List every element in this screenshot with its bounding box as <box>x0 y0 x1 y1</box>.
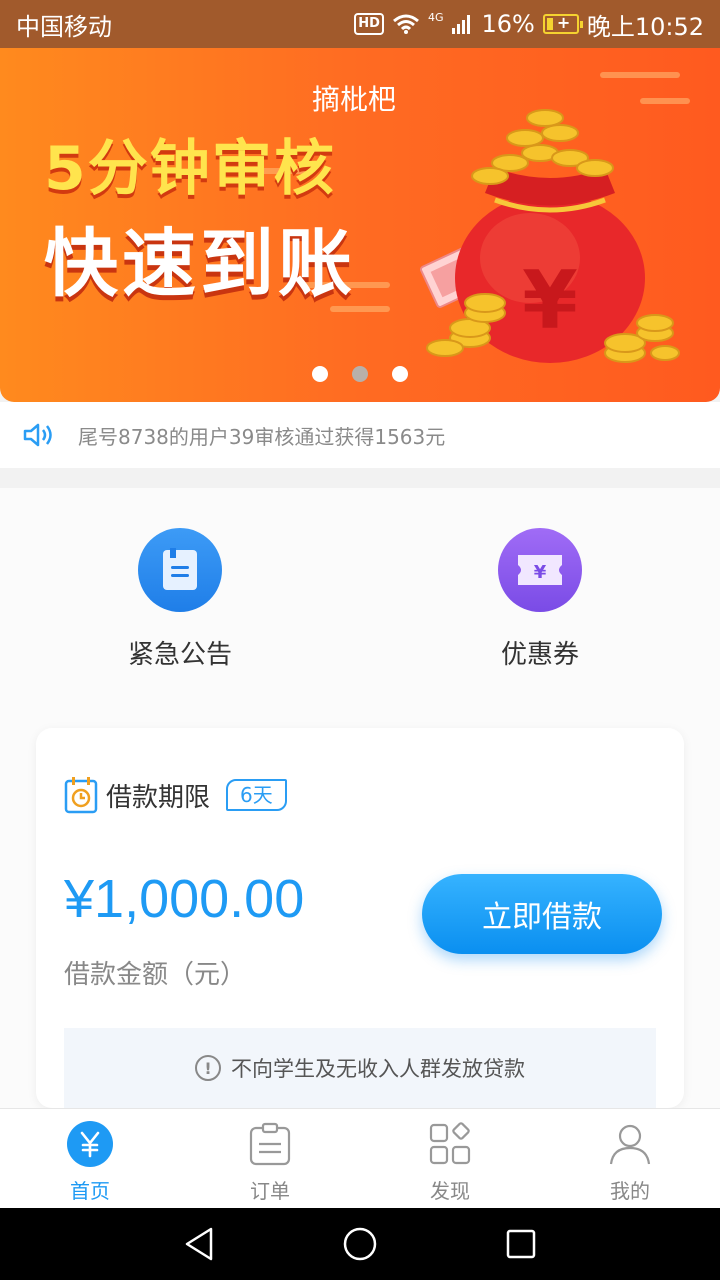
clock: 晚上10:52 <box>586 12 704 41</box>
quick-action-announcement[interactable]: 紧急公告 <box>80 528 280 671</box>
tab-orders[interactable]: 订单 <box>180 1109 360 1208</box>
tab-label: 订单 <box>250 1179 290 1203</box>
announcement-ticker[interactable]: 尾号8738的用户39审核通过获得1563元 <box>0 402 720 468</box>
borrow-now-button[interactable]: 立即借款 <box>422 874 662 954</box>
recents-icon[interactable] <box>505 1228 537 1260</box>
tab-label: 我的 <box>610 1179 650 1203</box>
loan-amount-label: 借款金额（元） <box>64 960 247 990</box>
signal-icon <box>452 15 471 34</box>
bottom-tab-bar: 首页 订单 发现 我的 <box>0 1108 720 1208</box>
wifi-icon <box>392 14 419 34</box>
yen-mark: ¥ <box>522 254 578 347</box>
loan-amount: ¥1,000.00 <box>64 869 305 929</box>
banner-pagination[interactable] <box>0 366 720 382</box>
order-icon <box>245 1119 295 1169</box>
network-type: 4G <box>427 10 444 24</box>
calendar-clock-icon <box>64 777 98 814</box>
money-bag-illustration: ¥ <box>419 109 680 363</box>
pagination-dot[interactable] <box>352 366 368 382</box>
system-nav-bar <box>0 1208 720 1280</box>
profile-icon <box>605 1119 655 1169</box>
banner-subheadline: 快速到账 <box>44 221 356 307</box>
tab-profile[interactable]: 我的 <box>540 1109 720 1208</box>
banner-headline: 5分钟审核 <box>44 134 336 204</box>
speaker-icon <box>23 423 52 447</box>
pagination-dot[interactable] <box>312 366 328 382</box>
tab-discover[interactable]: 发现 <box>360 1109 540 1208</box>
banner-brand: 摘枇杷 <box>312 83 397 116</box>
coupon-yen-mark: ¥ <box>534 562 547 583</box>
banner-decoration <box>600 72 680 78</box>
loan-period-label: 借款期限 <box>106 782 211 813</box>
promo-banner[interactable]: 摘枇杷 5分钟审核 快速到账 ¥ <box>0 48 720 402</box>
loan-period: 借款期限 6天 <box>64 776 287 814</box>
banner-decoration <box>640 98 690 104</box>
loan-period-badge: 6天 <box>226 779 287 811</box>
ticker-text: 尾号8738的用户39审核通过获得1563元 <box>78 424 446 449</box>
loan-card: 借款期限 6天 ¥1,000.00 借款金额（元） 立即借款 ! 不向学生及无收… <box>36 728 684 1108</box>
home-icon[interactable] <box>342 1226 378 1262</box>
disclaimer-text: 不向学生及无收入人群发放贷款 <box>231 1057 525 1081</box>
status-icons: HD 4G 16% + 晚上10:52 <box>354 7 704 42</box>
tab-home[interactable]: 首页 <box>0 1109 180 1208</box>
discover-icon <box>425 1119 475 1169</box>
carrier-name: 中国移动 <box>16 12 112 41</box>
coupon-icon: ¥ <box>498 528 582 612</box>
quick-action-label: 优惠券 <box>500 640 579 670</box>
hd-badge: HD <box>354 13 384 35</box>
pagination-dot[interactable] <box>392 366 408 382</box>
info-icon: ! <box>195 1055 221 1081</box>
battery-icon: + <box>542 13 583 34</box>
quick-action-coupon[interactable]: ¥ 优惠券 <box>440 528 640 671</box>
tab-label: 首页 <box>70 1179 110 1203</box>
home-yen-icon <box>65 1119 115 1169</box>
tab-label: 发现 <box>430 1179 470 1203</box>
status-bar: 中国移动 HD 4G 16% + 晚上10:52 <box>0 0 720 48</box>
loan-disclaimer: ! 不向学生及无收入人群发放贷款 <box>64 1028 656 1108</box>
battery-percent: 16% <box>481 10 535 38</box>
quick-action-label: 紧急公告 <box>127 640 232 670</box>
notice-doc-icon <box>138 528 222 612</box>
back-icon[interactable] <box>183 1226 215 1262</box>
